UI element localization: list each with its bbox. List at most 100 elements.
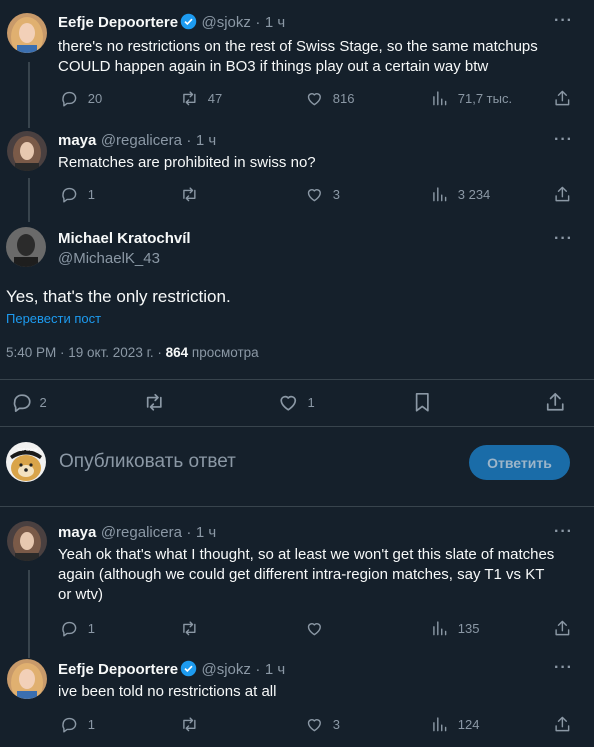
tweet1-text: there's no restrictions on the rest of S… (58, 37, 538, 77)
author-handle[interactable]: @regalicera (101, 132, 182, 149)
avatar-maya[interactable] (7, 521, 47, 561)
tweet2-text: Rematches are prohibited in swiss no? (58, 154, 316, 171)
heart-icon (307, 189, 321, 202)
reply-button[interactable]: 2 (11, 391, 47, 414)
bookmark-button[interactable] (411, 391, 434, 414)
divider (0, 379, 594, 380)
views-button[interactable]: 124 (430, 715, 479, 734)
heart-icon (307, 93, 321, 106)
timestamp[interactable]: 1 ч (196, 132, 216, 149)
retweet-button[interactable] (180, 185, 199, 204)
retweet-icon (183, 187, 196, 202)
bookmark-icon (415, 392, 429, 412)
author-handle[interactable]: @sjokz (202, 661, 251, 678)
author-handle[interactable]: @sjokz (202, 14, 251, 31)
view-count: 135 (457, 620, 480, 636)
author-handle[interactable]: @regalicera (101, 524, 182, 541)
share-icon (546, 392, 564, 411)
retweet-button[interactable] (180, 715, 199, 734)
reply1-header: maya @regalicera · 1 ч (58, 524, 216, 542)
tweet-text-line: again (although we could get different i… (58, 566, 545, 583)
views-button[interactable]: 3 234 (430, 185, 490, 204)
like-button[interactable]: 3 (305, 185, 340, 204)
analytics-icon (433, 621, 447, 636)
more-options-icon[interactable]: ··· (554, 12, 573, 30)
author-name[interactable]: maya (58, 524, 96, 541)
separator-dot: · (255, 661, 261, 678)
more-options-icon[interactable]: ··· (554, 523, 573, 541)
like-button[interactable]: 1 (277, 391, 315, 414)
share-button[interactable] (553, 89, 572, 108)
separator-dot: · (255, 14, 261, 31)
reply-icon (62, 187, 77, 203)
retweet-icon (146, 393, 162, 411)
timestamp[interactable]: 5:40 PM · 19 окт. 2023 г. · (6, 345, 162, 360)
reply-count: 1 (87, 620, 95, 636)
like-button[interactable] (305, 619, 324, 638)
like-count: 3 (332, 716, 340, 732)
retweet-icon (183, 621, 196, 636)
views-button[interactable]: 135 (430, 619, 479, 638)
heart-icon (280, 395, 297, 411)
verified-badge-icon (180, 660, 197, 677)
share-icon (555, 90, 570, 106)
divider (0, 426, 594, 427)
share-button[interactable] (544, 391, 567, 414)
timestamp[interactable]: 1 ч (196, 524, 216, 541)
view-count: 3 234 (457, 186, 491, 202)
like-button[interactable]: 816 (305, 89, 354, 108)
heart-icon (307, 719, 321, 732)
avatar-maya[interactable] (7, 131, 47, 171)
tweet1-header: Eefje Depoortere @sjokz · 1 ч (58, 13, 285, 32)
reply-button[interactable]: 20 (60, 89, 102, 108)
thread-line (28, 62, 30, 128)
retweet-button[interactable]: 47 (180, 89, 222, 108)
retweet-count: 47 (207, 90, 223, 106)
tweet-meta: 5:40 PM · 19 окт. 2023 г. · 864 просмотр… (6, 345, 259, 360)
avatar-current-user[interactable]: TOP DOGE (6, 442, 46, 482)
tweet-text-line: or wtv) (58, 586, 103, 603)
tweet-text-line: Yeah ok that's what I thought, so at lea… (58, 546, 555, 563)
reply-button[interactable]: 1 (60, 619, 95, 638)
author-name[interactable]: maya (58, 132, 96, 149)
more-options-icon[interactable]: ··· (554, 659, 573, 677)
author-name[interactable]: Michael Kratochvíl (58, 230, 191, 247)
analytics-icon (433, 717, 447, 732)
share-button[interactable] (553, 715, 572, 734)
timestamp[interactable]: 1 ч (265, 14, 285, 31)
retweet-icon (183, 717, 196, 732)
author-name[interactable]: Eefje Depoortere (58, 14, 178, 31)
avatar-eefje[interactable] (7, 659, 47, 699)
reply-count: 20 (87, 90, 103, 106)
more-options-icon[interactable]: ··· (554, 131, 573, 149)
share-button[interactable] (553, 185, 572, 204)
share-button[interactable] (553, 619, 572, 638)
reply-compose-input[interactable]: Опубликовать ответ (59, 451, 236, 473)
reply-icon (62, 91, 77, 107)
view-label: просмотра (191, 345, 259, 360)
view-count: 124 (457, 716, 480, 732)
retweet-button[interactable] (180, 619, 199, 638)
separator-dot: · (186, 132, 192, 149)
timestamp[interactable]: 1 ч (265, 661, 285, 678)
avatar-michael[interactable] (6, 227, 46, 267)
reply2-text: ive been told no restrictions at all (58, 683, 277, 700)
share-icon (555, 620, 570, 636)
reply-button[interactable]: 1 (60, 185, 95, 204)
reply-button[interactable]: 1 (60, 715, 95, 734)
verified-badge-icon (180, 13, 197, 30)
more-options-icon[interactable]: ··· (554, 230, 573, 248)
views-button[interactable]: 71,7 тыс. (430, 89, 512, 108)
main-tweet-text: Yes, that's the only restriction. (6, 287, 231, 306)
view-count: 864 (165, 345, 189, 360)
reply2-header: Eefje Depoortere @sjokz · 1 ч (58, 660, 285, 679)
author-name[interactable]: Eefje Depoortere (58, 661, 178, 678)
translate-link[interactable]: Перевести пост (6, 311, 101, 326)
reply-submit-button[interactable]: Ответить (469, 445, 570, 480)
author-handle[interactable]: @MichaelK_43 (58, 250, 160, 267)
avatar-eefje[interactable] (7, 13, 47, 53)
tweet-text-line: there's no restrictions on the rest of S… (58, 38, 538, 55)
retweet-button[interactable] (143, 391, 166, 414)
reply-icon (13, 394, 31, 412)
like-button[interactable]: 3 (305, 715, 340, 734)
